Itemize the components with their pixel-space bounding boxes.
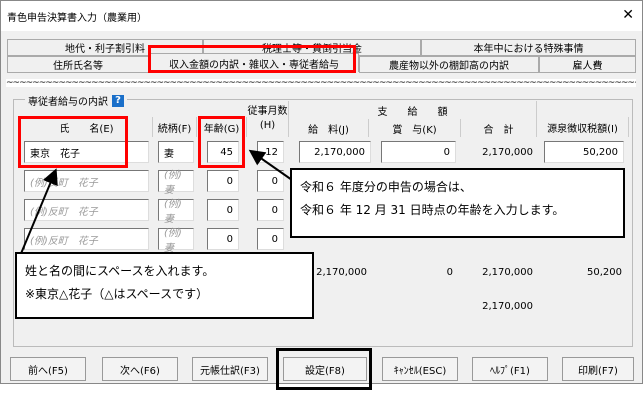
name-callout-line: 姓と名の間にスペースを入れます。 <box>25 264 215 278</box>
age-callout-line: 令和６ 年 12 月 31 日時点の年齢を入力します。 <box>300 203 565 217</box>
age-callout-line: 令和６ 年度分の申告の場合は、 <box>300 180 472 194</box>
name-arrow <box>19 168 58 257</box>
name-callout: 姓と名の間にスペースを入れます。 ※東京△花子（△はスペースです） <box>15 252 314 319</box>
age-callout: 令和６ 年度分の申告の場合は、 令和６ 年 12 月 31 日時点の年齢を入力し… <box>290 168 625 238</box>
age-arrow <box>248 149 293 181</box>
name-callout-line: ※東京△花子（△はスペースです） <box>25 287 209 301</box>
